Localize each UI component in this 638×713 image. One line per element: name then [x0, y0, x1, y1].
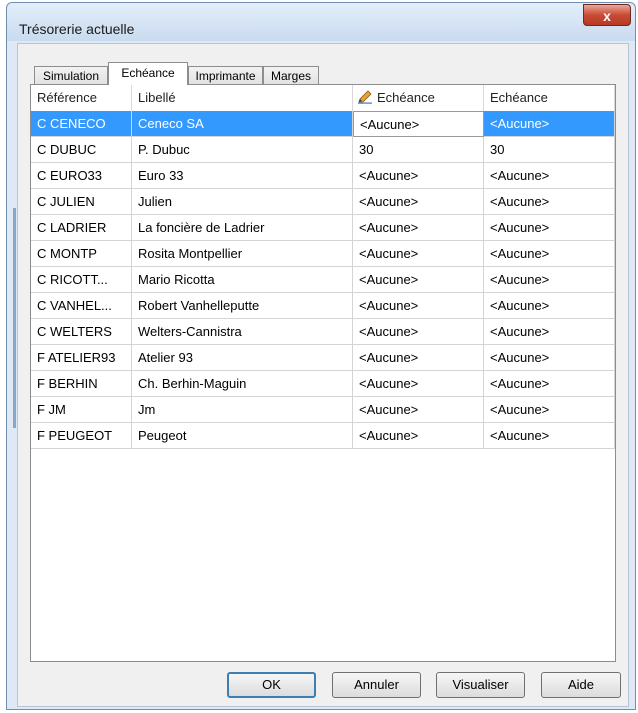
cell-echeance[interactable]: <Aucune>	[484, 189, 615, 215]
cell-libelle[interactable]: Ceneco SA	[132, 111, 353, 137]
tab-imprimante[interactable]: Imprimante	[188, 66, 263, 84]
cell-libelle[interactable]: Ch. Berhin-Maguin	[132, 371, 353, 397]
cell-libelle[interactable]: Peugeot	[132, 423, 353, 449]
cell-echeance[interactable]: <Aucune>	[484, 163, 615, 189]
cell-reference[interactable]: C EURO33	[31, 163, 132, 189]
table-row[interactable]: F BERHIN Ch. Berhin-Maguin <Aucune> <Aucune…	[31, 371, 615, 397]
cell-reference[interactable]: F ATELIER93	[31, 345, 132, 371]
cancel-button[interactable]: Annuler	[332, 672, 421, 698]
column-label: Référence	[37, 90, 97, 105]
tab-marges[interactable]: Marges	[263, 66, 319, 84]
cell-echeance[interactable]: <Aucune>	[484, 397, 615, 423]
cell-reference[interactable]: C RICOTT...	[31, 267, 132, 293]
cell-libelle[interactable]: La foncière de Ladrier	[132, 215, 353, 241]
cell-echeance[interactable]: <Aucune>	[484, 267, 615, 293]
cell-echeance[interactable]: <Aucune>	[484, 345, 615, 371]
cell-echeance-editable[interactable]: <Aucune>	[353, 267, 484, 293]
table-row[interactable]: C RICOTT... Mario Ricotta <Aucune> <Aucune>	[31, 267, 615, 293]
cell-echeance-editable[interactable]: <Aucune>	[353, 293, 484, 319]
tab-label: Echéance	[121, 66, 175, 80]
preview-button[interactable]: Visualiser	[436, 672, 525, 698]
cell-echeance[interactable]: 30	[484, 137, 615, 163]
ok-button[interactable]: OK	[227, 672, 316, 698]
dialog-body: Simulation Echéance Imprimante Marges Ré…	[17, 43, 629, 707]
column-header-echeance-editable[interactable]: Echéance	[353, 85, 484, 111]
grid-header: Référence Libellé Echéance Echéance	[31, 85, 615, 111]
table-row[interactable]: C DUBUC P. Dubuc 30 30	[31, 137, 615, 163]
cell-libelle[interactable]: Euro 33	[132, 163, 353, 189]
cell-echeance-editable[interactable]: <Aucune>	[353, 345, 484, 371]
cell-echeance[interactable]: <Aucune>	[484, 293, 615, 319]
tab-label: Imprimante	[195, 69, 256, 83]
cell-echeance[interactable]: <Aucune>	[484, 423, 615, 449]
cell-reference[interactable]: C CENECO	[31, 111, 132, 137]
tab-label: Marges	[270, 69, 311, 83]
cell-libelle[interactable]: Rosita Montpellier	[132, 241, 353, 267]
cell-reference[interactable]: F PEUGEOT	[31, 423, 132, 449]
pencil-icon	[358, 90, 372, 104]
table-row[interactable]: C CENECO Ceneco SA <Aucune> <Aucune>	[31, 111, 615, 137]
table-row[interactable]: F JM Jm <Aucune> <Aucune>	[31, 397, 615, 423]
cell-echeance-editable[interactable]: <Aucune>	[353, 423, 484, 449]
table-row[interactable]: C MONTP Rosita Montpellier <Aucune> <Aucune…	[31, 241, 615, 267]
tab-panel-echeance: Référence Libellé Echéance Echéance C CE…	[30, 84, 616, 662]
cell-reference[interactable]: C VANHEL...	[31, 293, 132, 319]
title-bar[interactable]: Trésorerie actuelle x	[7, 3, 635, 41]
table-row[interactable]: C VANHEL... Robert Vanhelleputte <Aucune> <…	[31, 293, 615, 319]
cell-echeance[interactable]: <Aucune>	[484, 319, 615, 345]
column-header-reference[interactable]: Référence	[31, 85, 132, 111]
cell-echeance[interactable]: <Aucune>	[484, 111, 615, 137]
cell-echeance-editable[interactable]: <Aucune>	[353, 189, 484, 215]
cell-echeance-editable[interactable]: <Aucune>	[353, 111, 484, 137]
window-title: Trésorerie actuelle	[19, 21, 135, 37]
column-label: Echéance	[377, 90, 435, 105]
close-icon: x	[603, 8, 611, 24]
table-row[interactable]: F ATELIER93 Atelier 93 <Aucune> <Aucune>	[31, 345, 615, 371]
cell-echeance-editable[interactable]: <Aucune>	[353, 371, 484, 397]
table-row[interactable]: C JULIEN Julien <Aucune> <Aucune>	[31, 189, 615, 215]
cell-libelle[interactable]: P. Dubuc	[132, 137, 353, 163]
cell-reference[interactable]: F BERHIN	[31, 371, 132, 397]
cell-echeance[interactable]: <Aucune>	[484, 241, 615, 267]
table-row[interactable]: F PEUGEOT Peugeot <Aucune> <Aucune>	[31, 423, 615, 449]
column-label: Libellé	[138, 90, 176, 105]
cell-echeance-editable[interactable]: <Aucune>	[353, 163, 484, 189]
close-button[interactable]: x	[583, 4, 631, 26]
column-label: Echéance	[490, 90, 548, 105]
cell-echeance-editable[interactable]: <Aucune>	[353, 215, 484, 241]
cell-libelle[interactable]: Mario Ricotta	[132, 267, 353, 293]
cell-libelle[interactable]: Jm	[132, 397, 353, 423]
cell-reference[interactable]: F JM	[31, 397, 132, 423]
help-button[interactable]: Aide	[541, 672, 621, 698]
tab-label: Simulation	[42, 69, 100, 83]
cell-libelle[interactable]: Atelier 93	[132, 345, 353, 371]
table-row[interactable]: C WELTERS Welters-Cannistra <Aucune> <Aucun…	[31, 319, 615, 345]
cell-libelle[interactable]: Welters-Cannistra	[132, 319, 353, 345]
cell-reference[interactable]: C DUBUC	[31, 137, 132, 163]
cell-reference[interactable]: C WELTERS	[31, 319, 132, 345]
cell-echeance-editable[interactable]: <Aucune>	[353, 241, 484, 267]
cell-libelle[interactable]: Julien	[132, 189, 353, 215]
table-row[interactable]: C EURO33 Euro 33 <Aucune> <Aucune>	[31, 163, 615, 189]
tab-simulation[interactable]: Simulation	[34, 66, 108, 84]
cell-reference[interactable]: C MONTP	[31, 241, 132, 267]
cell-echeance-editable[interactable]: 30	[353, 137, 484, 163]
cell-echeance-editable[interactable]: <Aucune>	[353, 319, 484, 345]
column-header-echeance[interactable]: Echéance	[484, 85, 615, 111]
column-header-libelle[interactable]: Libellé	[132, 85, 353, 111]
cell-echeance-editable[interactable]: <Aucune>	[353, 397, 484, 423]
cell-echeance[interactable]: <Aucune>	[484, 215, 615, 241]
tab-echeance[interactable]: Echéance	[108, 62, 188, 85]
frame-accent	[13, 208, 16, 428]
table-row[interactable]: C LADRIER La foncière de Ladrier <Aucune> <…	[31, 215, 615, 241]
cell-reference[interactable]: C JULIEN	[31, 189, 132, 215]
cell-echeance[interactable]: <Aucune>	[484, 371, 615, 397]
cell-libelle[interactable]: Robert Vanhelleputte	[132, 293, 353, 319]
button-bar: OK Annuler Visualiser Aide	[18, 672, 630, 702]
dialog-window: Trésorerie actuelle x Simulation Echéanc…	[6, 2, 636, 710]
cell-reference[interactable]: C LADRIER	[31, 215, 132, 241]
